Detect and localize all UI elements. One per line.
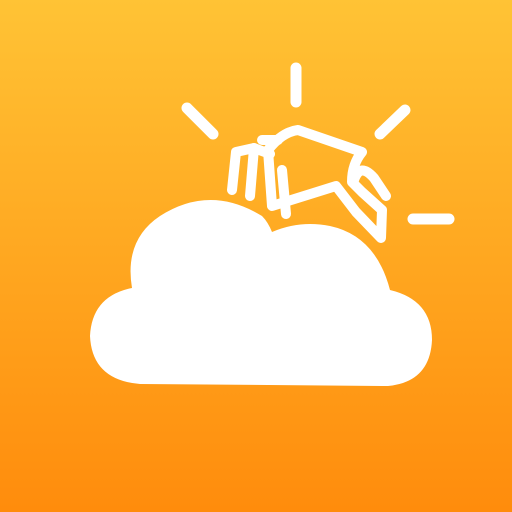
app-icon [0,0,512,512]
app-icon-artwork [0,0,512,512]
